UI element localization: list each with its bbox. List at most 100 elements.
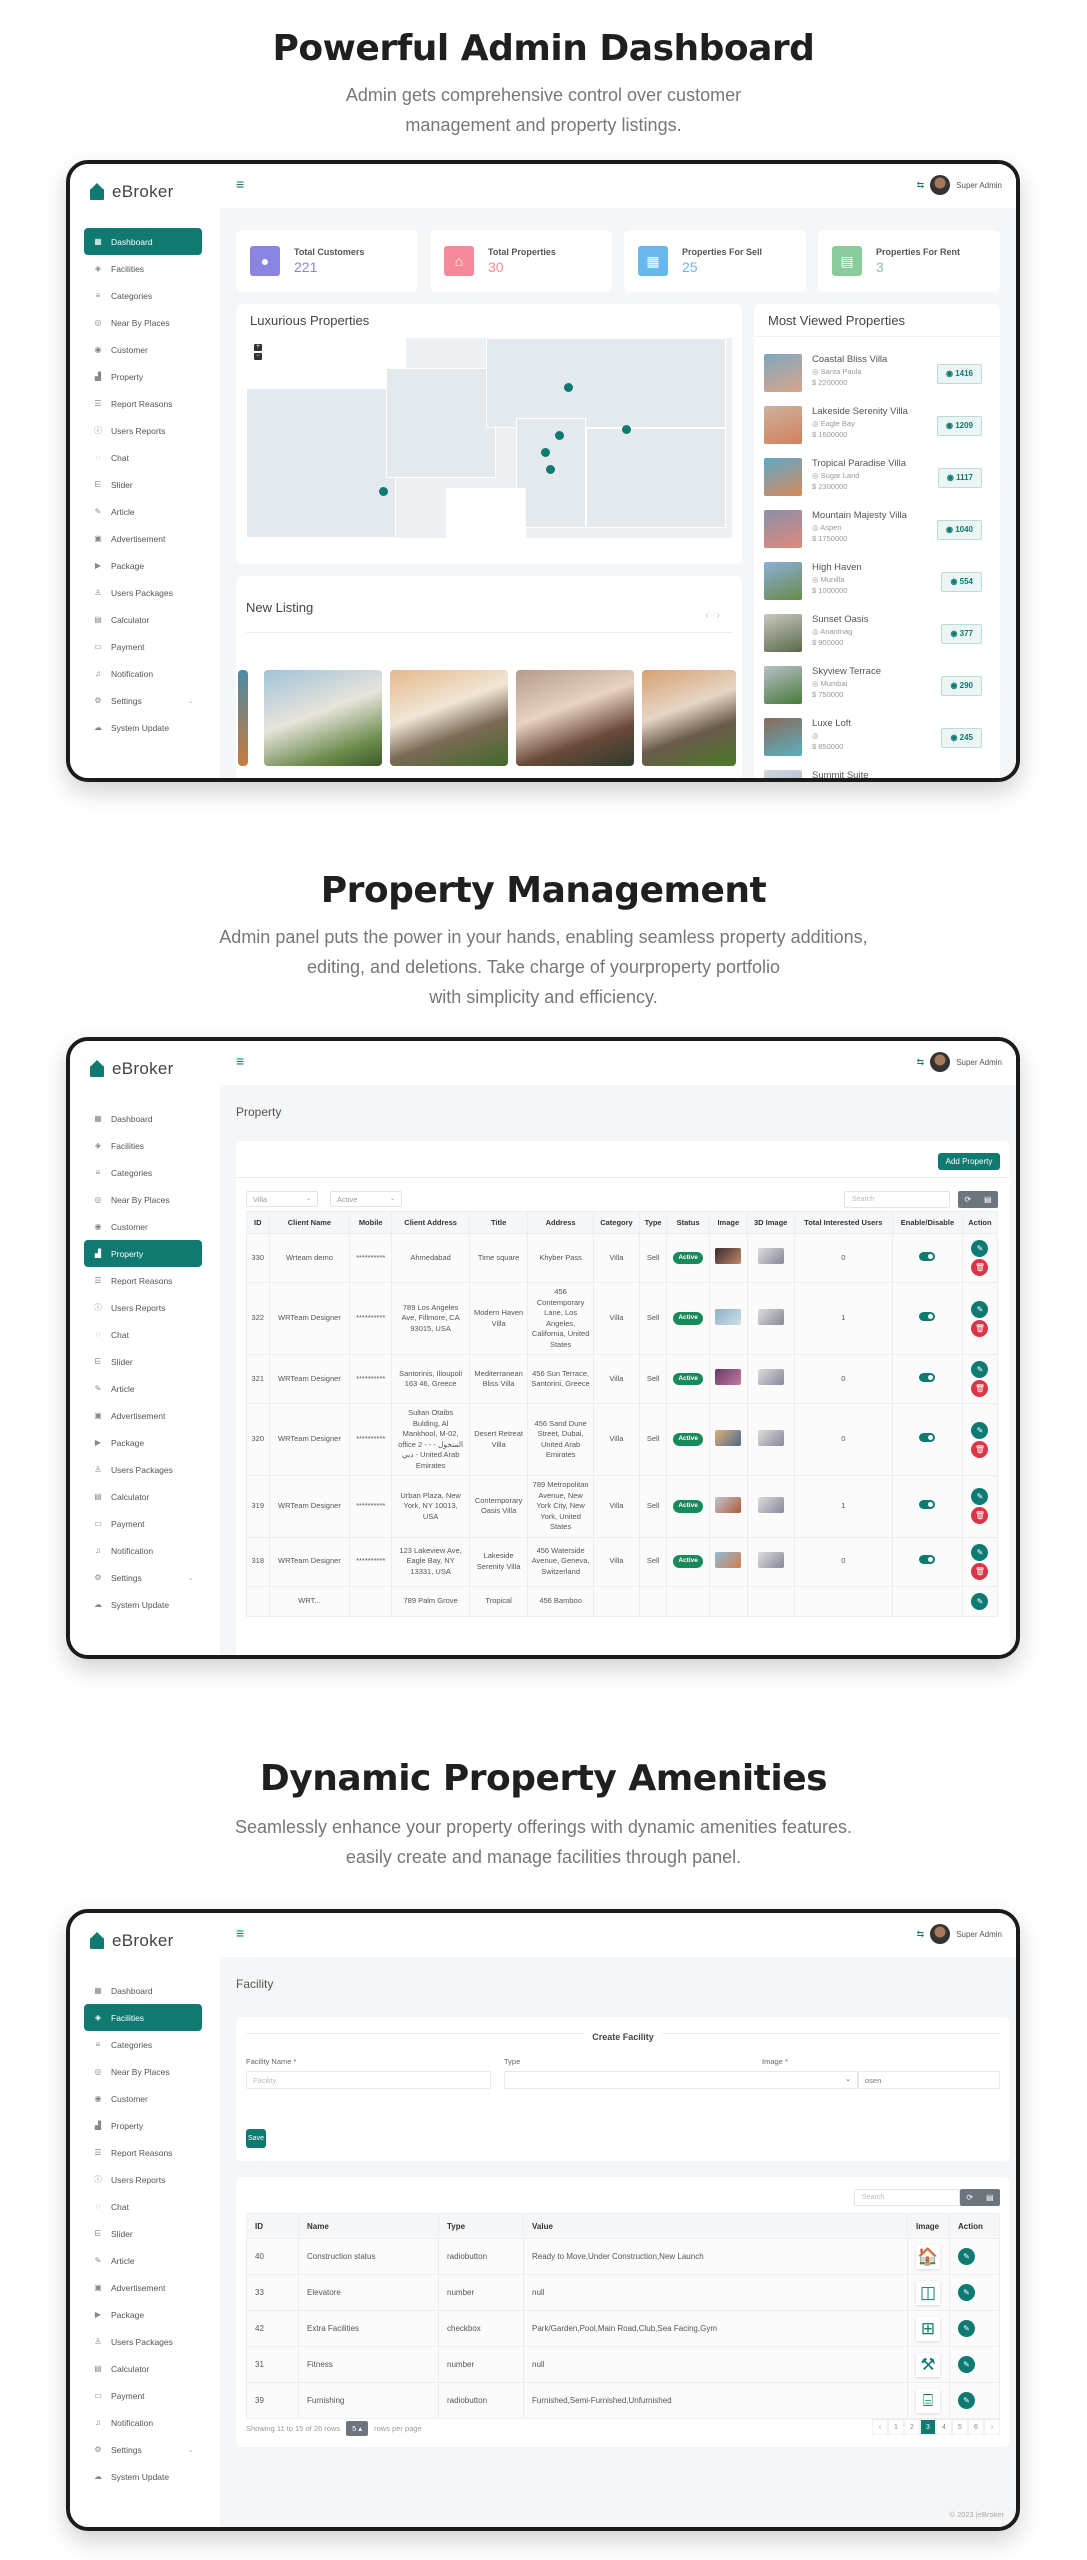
- sidebar-item-dashboard[interactable]: ▦ Dashboard: [84, 228, 202, 255]
- trash-icon[interactable]: 🗑: [971, 1440, 989, 1458]
- sidebar-item-package[interactable]: ▶ Package: [84, 552, 202, 579]
- sidebar-item-users-packages[interactable]: ♙ Users Packages: [84, 2328, 202, 2355]
- menu-toggle-icon[interactable]: ≡: [236, 1053, 244, 1069]
- user-menu[interactable]: ⇆ Super Admin: [917, 1052, 1002, 1072]
- sidebar-item-users-reports[interactable]: ⓘ Users Reports: [84, 2166, 202, 2193]
- sidebar-item-system-update[interactable]: ☁ System Update: [84, 2463, 202, 2490]
- trash-icon[interactable]: 🗑: [971, 1507, 989, 1525]
- facility-name-input[interactable]: Facility: [246, 2071, 491, 2089]
- edit-icon[interactable]: ✎: [971, 1543, 989, 1561]
- map-pin[interactable]: [379, 487, 388, 496]
- menu-toggle-icon[interactable]: ≡: [236, 1925, 244, 1941]
- sidebar-item-advertisement[interactable]: ▣ Advertisement: [84, 2274, 202, 2301]
- columns-icon[interactable]: ▤: [984, 1195, 992, 1204]
- sidebar-item-chat[interactable]: ◌ Chat: [84, 2193, 202, 2220]
- search-input[interactable]: Search: [854, 2189, 960, 2206]
- page-button[interactable]: 6: [968, 2419, 984, 2435]
- sidebar-item-near-by-places[interactable]: ◎ Near By Places: [84, 309, 202, 336]
- translate-icon[interactable]: ⇆: [917, 1057, 925, 1068]
- listing-image[interactable]: [264, 670, 382, 766]
- column-header[interactable]: Value: [523, 2213, 908, 2239]
- refresh-icon[interactable]: ⟳: [964, 1195, 971, 1204]
- enable-toggle[interactable]: [919, 1372, 936, 1382]
- listing-image[interactable]: [642, 670, 736, 766]
- column-header[interactable]: Image: [708, 1211, 748, 1234]
- edit-icon[interactable]: ✎: [958, 2320, 975, 2337]
- page-button[interactable]: 2: [904, 2419, 920, 2435]
- page-size-select[interactable]: 5 ▴: [346, 2421, 369, 2436]
- property-3d-image[interactable]: [757, 1429, 784, 1446]
- sidebar-item-payment[interactable]: ▭ Payment: [84, 2382, 202, 2409]
- sidebar-item-notification[interactable]: ♫ Notification: [84, 1537, 202, 1564]
- sidebar-item-categories[interactable]: ≡ Categories: [84, 1159, 202, 1186]
- sidebar-item-users-packages[interactable]: ♙ Users Packages: [84, 1456, 202, 1483]
- image-file-input[interactable]: osen: [858, 2071, 1000, 2089]
- column-header[interactable]: Name: [298, 2213, 439, 2239]
- sidebar-item-payment[interactable]: ▭ Payment: [84, 633, 202, 660]
- translate-icon[interactable]: ⇆: [917, 180, 925, 191]
- sidebar-item-report-reasons[interactable]: ☰ Report Reasons: [84, 1267, 202, 1294]
- columns-icon[interactable]: ▤: [986, 2193, 994, 2202]
- sidebar-item-property[interactable]: ▟ Property: [84, 363, 202, 390]
- map-pin[interactable]: [541, 448, 550, 457]
- zoom-in-button[interactable]: +: [254, 344, 262, 351]
- sidebar-item-notification[interactable]: ♫ Notification: [84, 660, 202, 687]
- column-header[interactable]: 3D Image: [746, 1211, 795, 1234]
- map-pin[interactable]: [564, 383, 573, 392]
- translate-icon[interactable]: ⇆: [917, 1929, 925, 1940]
- listing-image[interactable]: [516, 670, 634, 766]
- sidebar-item-dashboard[interactable]: ▦ Dashboard: [84, 1105, 202, 1132]
- most-viewed-item[interactable]: Coastal Bliss Villa ◎ Santa Paula $ 2200…: [764, 354, 990, 402]
- type-select[interactable]: ⌄: [504, 2071, 858, 2089]
- sidebar-item-article[interactable]: ✎ Article: [84, 498, 202, 525]
- sidebar-item-slider[interactable]: ⋿ Slider: [84, 1348, 202, 1375]
- column-header[interactable]: Action: [949, 2213, 1000, 2239]
- sidebar-item-near-by-places[interactable]: ◎ Near By Places: [84, 2058, 202, 2085]
- prev-page-button[interactable]: ‹: [872, 2419, 888, 2435]
- column-header[interactable]: ID: [246, 1211, 270, 1234]
- most-viewed-item[interactable]: Sunset Oasis ◎ Anantnag $ 900000 ◉ 377: [764, 614, 990, 662]
- sidebar-item-calculator[interactable]: ▤ Calculator: [84, 1483, 202, 1510]
- sidebar-item-slider[interactable]: ⋿ Slider: [84, 471, 202, 498]
- sidebar-item-article[interactable]: ✎ Article: [84, 2247, 202, 2274]
- column-header[interactable]: Total Interested Users: [793, 1211, 894, 1234]
- map-pin[interactable]: [622, 425, 631, 434]
- column-header[interactable]: Client Name: [268, 1211, 351, 1234]
- sidebar-item-settings[interactable]: ⚙ Settings ⌄: [84, 687, 202, 714]
- sidebar-item-facilities[interactable]: ◈ Facilities: [84, 2004, 202, 2031]
- sidebar-item-users-packages[interactable]: ♙ Users Packages: [84, 579, 202, 606]
- listing-image[interactable]: [238, 670, 248, 766]
- most-viewed-item[interactable]: Skyview Terrace ◎ Mumbai $ 750000 ◉ 290: [764, 666, 990, 714]
- trash-icon[interactable]: 🗑: [971, 1259, 989, 1276]
- sidebar-item-report-reasons[interactable]: ☰ Report Reasons: [84, 2139, 202, 2166]
- page-button[interactable]: 5: [952, 2419, 968, 2435]
- edit-icon[interactable]: ✎: [971, 1488, 989, 1506]
- column-header[interactable]: Address: [527, 1211, 595, 1234]
- edit-icon[interactable]: ✎: [971, 1421, 989, 1439]
- trash-icon[interactable]: 🗑: [971, 1380, 989, 1397]
- sidebar-item-facilities[interactable]: ◈ Facilities: [84, 255, 202, 282]
- sidebar-item-customer[interactable]: ◉ Customer: [84, 336, 202, 363]
- zoom-out-button[interactable]: −: [254, 353, 262, 360]
- edit-icon[interactable]: ✎: [958, 2392, 975, 2409]
- column-header[interactable]: Action: [961, 1211, 999, 1234]
- page-button[interactable]: 4: [936, 2419, 952, 2435]
- most-viewed-item[interactable]: Summit Suite: [764, 770, 990, 778]
- sidebar-item-facilities[interactable]: ◈ Facilities: [84, 1132, 202, 1159]
- property-3d-image[interactable]: [757, 1369, 784, 1386]
- sidebar-item-users-reports[interactable]: ⓘ Users Reports: [84, 417, 202, 444]
- sidebar-item-customer[interactable]: ◉ Customer: [84, 1213, 202, 1240]
- property-image[interactable]: [715, 1429, 742, 1446]
- edit-icon[interactable]: ✎: [971, 1300, 989, 1318]
- sidebar-item-settings[interactable]: ⚙ Settings ⌄: [84, 1564, 202, 1591]
- column-header[interactable]: Client Address: [391, 1211, 471, 1234]
- edit-icon[interactable]: ✎: [958, 2284, 975, 2301]
- sidebar-item-calculator[interactable]: ▤ Calculator: [84, 2355, 202, 2382]
- properties-map[interactable]: + −: [246, 338, 732, 538]
- property-3d-image[interactable]: [757, 1308, 784, 1325]
- listing-image[interactable]: [390, 670, 508, 766]
- column-header[interactable]: ID: [246, 2213, 299, 2239]
- property-image[interactable]: [715, 1248, 742, 1265]
- sidebar-item-near-by-places[interactable]: ◎ Near By Places: [84, 1186, 202, 1213]
- enable-toggle[interactable]: [919, 1251, 936, 1261]
